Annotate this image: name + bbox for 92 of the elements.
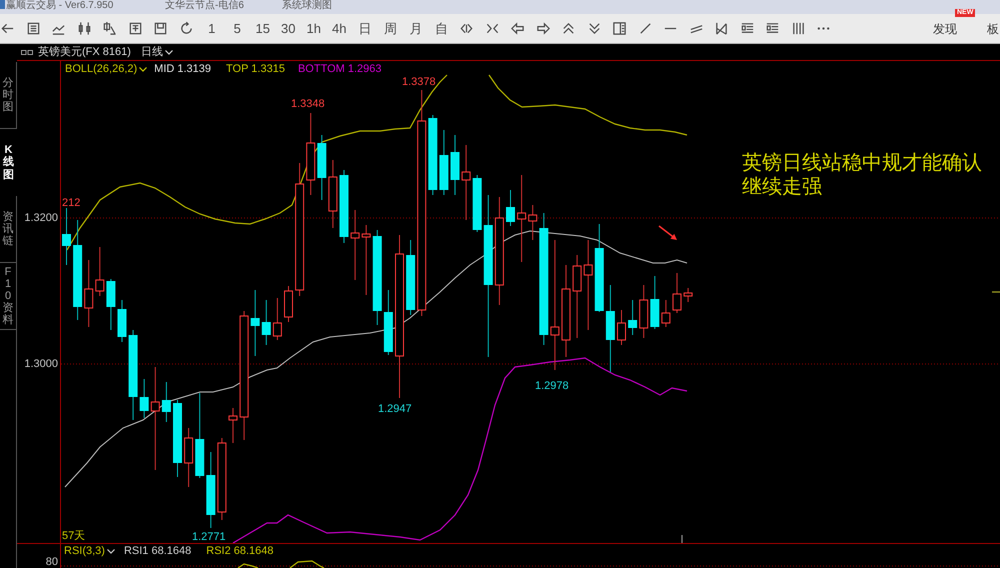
period-button[interactable]: 日 xyxy=(358,22,372,35)
candlestick xyxy=(328,160,338,228)
side-tab[interactable]: F10资料 xyxy=(0,263,17,330)
candlestick xyxy=(118,300,126,342)
candlestick xyxy=(672,272,682,314)
low-price-label: 1.2771 xyxy=(192,531,226,543)
candlestick xyxy=(472,174,482,232)
candlestick xyxy=(140,378,149,418)
link-icon xyxy=(21,50,33,54)
period-button[interactable]: 15 xyxy=(256,22,270,35)
save-icon[interactable] xyxy=(153,21,168,36)
candlestick xyxy=(350,210,360,280)
candlestick xyxy=(684,288,693,302)
candlestick xyxy=(284,286,293,322)
candlestick xyxy=(317,134,326,200)
period-button[interactable]: 4h xyxy=(332,22,346,35)
rsi-selector[interactable]: RSI(3,3) xyxy=(64,546,115,556)
candlestick xyxy=(84,260,94,328)
period-selector[interactable]: 日线 xyxy=(140,46,173,58)
mid-value: MID 1.3139 xyxy=(154,63,212,75)
period-button[interactable]: 30 xyxy=(281,22,296,35)
angled-lines-icon[interactable] xyxy=(714,21,730,36)
candlestick xyxy=(384,290,393,356)
low-price-label: 1.2978 xyxy=(535,380,569,392)
board-tab[interactable]: 板 xyxy=(987,22,999,34)
period-button[interactable]: 5 xyxy=(234,22,241,35)
side-tab[interactable]: 分时图 xyxy=(0,62,17,129)
candlestick xyxy=(262,300,271,346)
left-arrow-icon[interactable] xyxy=(510,21,526,36)
candlestick xyxy=(362,224,371,296)
discover-button[interactable]: 发现 xyxy=(933,22,957,34)
outward-arrows-icon[interactable] xyxy=(459,21,474,36)
candlestick xyxy=(272,298,282,340)
bottom-value: BOTTOM 1.2963 xyxy=(298,63,382,75)
bar-count-label: 57天 xyxy=(62,530,86,542)
period-button[interactable]: 月 xyxy=(409,22,422,35)
chart-tool-icon[interactable] xyxy=(102,21,118,36)
right-arrow-icon[interactable] xyxy=(536,21,551,36)
rsi-tick-label: 80 xyxy=(46,556,58,568)
candlestick xyxy=(228,408,238,444)
price-tick-label: 1.3000 xyxy=(24,358,58,370)
period-button[interactable]: 周 xyxy=(384,22,397,35)
high-price-label: 1.3378 xyxy=(402,76,436,88)
indicator-selector[interactable]: BOLL(26,26,2) xyxy=(65,63,148,75)
chevron-down-icon xyxy=(106,548,115,554)
candlestick xyxy=(62,208,71,266)
chevron-down-icon xyxy=(164,50,173,54)
candlestick xyxy=(506,190,515,226)
low-price-label: 1.2947 xyxy=(378,403,412,415)
candlestick xyxy=(250,290,260,356)
rsi1-value: RSI1 68.1648 xyxy=(124,546,192,556)
panel-layout-icon[interactable] xyxy=(612,21,628,36)
annotation-arrow xyxy=(658,225,677,240)
candlestick xyxy=(95,246,104,296)
double-chevron-down-icon[interactable] xyxy=(586,21,602,36)
refresh-icon[interactable] xyxy=(178,21,194,36)
candlestick xyxy=(628,300,638,336)
candlestick-icon[interactable] xyxy=(76,21,92,36)
price-marker xyxy=(992,291,1000,293)
edge-price-label: 212 xyxy=(62,197,80,209)
candlestick xyxy=(439,130,448,196)
candlestick xyxy=(450,134,460,196)
side-tab[interactable]: 资讯链 xyxy=(0,196,17,263)
candlestick xyxy=(184,428,194,488)
text-lines-icon[interactable] xyxy=(765,21,780,36)
text-lines-icon[interactable] xyxy=(740,21,755,36)
candlestick xyxy=(162,382,171,422)
candlestick xyxy=(661,300,670,328)
back-arrow-icon[interactable] xyxy=(0,21,16,36)
period-button[interactable]: 1h xyxy=(306,22,321,35)
app-icon xyxy=(0,0,5,9)
boxed-grid-icon[interactable] xyxy=(128,21,143,36)
price-tick-label: 1.3200 xyxy=(24,212,58,224)
vertical-lines-icon[interactable] xyxy=(790,21,806,36)
rsi2-value: RSI2 68.1648 xyxy=(206,546,274,556)
chevron-down-icon xyxy=(139,66,148,72)
candlestick xyxy=(617,310,626,346)
inward-arrows-icon[interactable] xyxy=(484,21,500,36)
side-tab[interactable]: K线图 xyxy=(0,129,17,196)
top-value: TOP 1.3315 xyxy=(226,63,285,75)
annotation-text: 英镑日线站稳中规才能确认继续走强 xyxy=(742,151,983,199)
candlestick xyxy=(106,278,116,330)
double-chevron-up-icon[interactable] xyxy=(561,21,576,36)
symbol-selector[interactable]: 英镑美元(FX 8161) xyxy=(38,46,131,58)
period-button[interactable]: 1 xyxy=(208,22,216,35)
table-icon[interactable] xyxy=(26,21,41,36)
candlestick xyxy=(639,284,648,338)
high-price-label: 1.3348 xyxy=(291,98,325,110)
period-button[interactable]: 自 xyxy=(434,22,448,35)
diagonal-line-icon[interactable] xyxy=(638,21,653,36)
candlestick xyxy=(528,204,538,240)
candlestick xyxy=(650,276,660,330)
